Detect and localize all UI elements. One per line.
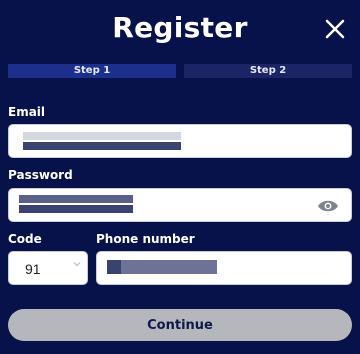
phone-number-field[interactable] bbox=[96, 251, 352, 285]
phone-redacted-value-2 bbox=[107, 260, 121, 274]
phone-redacted-value bbox=[107, 260, 217, 274]
page-title: Register bbox=[112, 11, 248, 44]
country-code-value: 91 bbox=[25, 261, 41, 277]
password-redacted-value bbox=[19, 195, 133, 203]
phone-label: Phone number bbox=[96, 232, 195, 246]
step-2: Step 2 bbox=[184, 64, 352, 78]
email-label: Email bbox=[8, 105, 46, 119]
password-field[interactable] bbox=[8, 188, 352, 222]
step-1: Step 1 bbox=[8, 64, 176, 78]
step-indicator: Step 1 Step 2 bbox=[8, 64, 352, 78]
email-field[interactable] bbox=[8, 124, 352, 158]
country-code-select[interactable]: 91 bbox=[8, 251, 88, 285]
email-redacted-value bbox=[23, 132, 181, 140]
code-label: Code bbox=[8, 232, 42, 246]
continue-button[interactable]: Continue bbox=[8, 309, 352, 341]
password-redacted-value-2 bbox=[19, 205, 133, 213]
close-icon[interactable] bbox=[324, 18, 346, 40]
email-redacted-value-2 bbox=[23, 142, 181, 150]
chevron-down-icon bbox=[73, 262, 81, 267]
eye-icon[interactable] bbox=[317, 199, 339, 213]
password-label: Password bbox=[8, 168, 73, 182]
